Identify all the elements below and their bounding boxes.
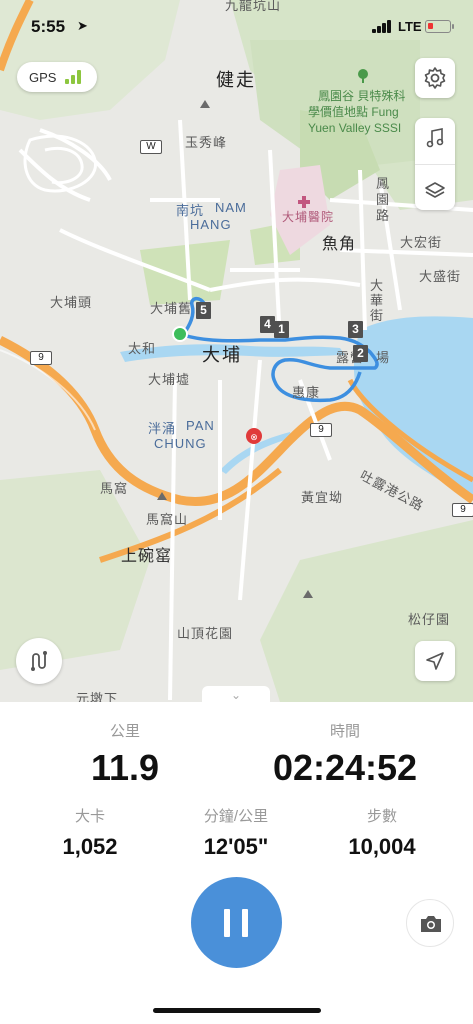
map-label: 魚角 bbox=[322, 236, 357, 253]
music-note-icon[interactable] bbox=[423, 126, 447, 150]
pace-label: 分鐘/公里 bbox=[203, 808, 269, 825]
gps-indicator: GPS bbox=[17, 62, 97, 92]
steps-label: 步數 bbox=[366, 808, 397, 825]
navigation-arrow-icon bbox=[426, 652, 444, 670]
map-label: 大埔墟 bbox=[148, 372, 191, 387]
location-arrow-icon: ➤ bbox=[77, 18, 88, 33]
home-indicator[interactable] bbox=[153, 1008, 321, 1013]
route-marker[interactable]: 2 bbox=[353, 345, 368, 362]
route-icon bbox=[31, 651, 47, 671]
calories-value: 1,052 bbox=[62, 834, 118, 859]
svg-text:⊗: ⊗ bbox=[250, 432, 258, 442]
chevron-down-icon: ⌄ bbox=[230, 688, 242, 702]
map-label: PAN bbox=[186, 418, 215, 433]
map-label: 上碗窰 bbox=[121, 548, 173, 565]
battery-icon bbox=[425, 20, 454, 33]
map-label: Yuen Valley SSSI bbox=[308, 121, 402, 135]
status-time: 5:55 bbox=[31, 17, 66, 36]
time-stat: 時間 02:24:52 bbox=[270, 720, 420, 789]
map-label: 鳳園谷 貝特殊科 bbox=[318, 89, 406, 103]
map-tools-group bbox=[415, 118, 455, 210]
route-marker[interactable]: 4 bbox=[260, 316, 275, 333]
map-label: 學價值地點 Fung bbox=[308, 105, 399, 119]
map-label: 大埔舊 bbox=[150, 301, 193, 316]
camera-button[interactable] bbox=[406, 899, 454, 947]
layers-icon[interactable] bbox=[423, 179, 447, 203]
road-shield: W bbox=[140, 140, 162, 154]
calories-label: 大卡 bbox=[74, 808, 105, 825]
map-label: HANG bbox=[190, 217, 232, 232]
map-label: 馬窩山 bbox=[146, 512, 189, 527]
distance-value: 11.9 bbox=[90, 747, 160, 788]
map-label: 太和 bbox=[128, 341, 157, 356]
calories-stat: 大卡 1,052 bbox=[40, 805, 140, 860]
distance-stat: 公里 11.9 bbox=[60, 720, 190, 789]
camera-icon bbox=[421, 916, 441, 932]
steps-stat: 步數 10,004 bbox=[332, 805, 432, 860]
panel-collapse-handle[interactable]: ⌄ bbox=[202, 686, 270, 704]
map-label: NAM bbox=[215, 200, 247, 215]
route-button[interactable] bbox=[16, 638, 62, 684]
pace-stat: 分鐘/公里 12'05" bbox=[180, 805, 292, 860]
cellular-signal-icon bbox=[372, 20, 394, 33]
map-label: CHUNG bbox=[154, 436, 207, 451]
map-label: 大埔頭 bbox=[50, 295, 93, 310]
map-label: 健走 bbox=[216, 70, 256, 90]
route-marker[interactable]: 5 bbox=[196, 302, 211, 319]
map-label: 松仔園 bbox=[408, 612, 451, 627]
settings-button[interactable] bbox=[415, 58, 455, 98]
map-label: 大埔醫院 bbox=[282, 210, 335, 224]
map-label: 大盛街 bbox=[419, 269, 462, 284]
map-label: 元墩下 bbox=[76, 691, 119, 702]
steps-value: 10,004 bbox=[348, 834, 416, 859]
status-bar: 5:55 ➤ LTE bbox=[0, 0, 473, 56]
map-label: 馬窩 bbox=[100, 481, 129, 496]
gear-icon bbox=[424, 67, 446, 89]
pace-value: 12'05" bbox=[203, 834, 269, 859]
map-label: 惠康 bbox=[292, 385, 321, 400]
map-label: 玉秀峰 bbox=[185, 135, 228, 150]
time-label: 時間 bbox=[329, 723, 360, 740]
road-shield: 9 bbox=[452, 503, 473, 517]
map-label: 鳳園路 bbox=[376, 176, 391, 223]
map-label: 泮涌 bbox=[148, 421, 177, 436]
map-label: 大宏街 bbox=[400, 235, 443, 250]
road-shield: 9 bbox=[30, 351, 52, 365]
map-label: 黃宜坳 bbox=[301, 490, 344, 505]
map-label: 山頂花園 bbox=[177, 626, 234, 641]
gps-label: GPS bbox=[29, 70, 57, 85]
time-value: 02:24:52 bbox=[272, 747, 418, 788]
road-shield: 9 bbox=[310, 423, 332, 437]
map-label: 大埔 bbox=[202, 345, 242, 365]
pause-button[interactable] bbox=[191, 877, 282, 968]
gps-signal-icon bbox=[65, 70, 85, 84]
map-label: 場 bbox=[376, 350, 391, 365]
distance-label: 公里 bbox=[109, 723, 140, 740]
network-type: LTE bbox=[398, 19, 422, 34]
route-marker[interactable]: 1 bbox=[274, 321, 289, 338]
route-marker[interactable]: 3 bbox=[348, 321, 363, 338]
map-view[interactable]: ⊗ 九龍坑山 健走 鳳園谷 貝特殊科 學價值地點 Fung Yuen Valle… bbox=[0, 0, 473, 702]
map-label: 大華街 bbox=[370, 278, 385, 323]
locate-button[interactable] bbox=[415, 641, 455, 681]
